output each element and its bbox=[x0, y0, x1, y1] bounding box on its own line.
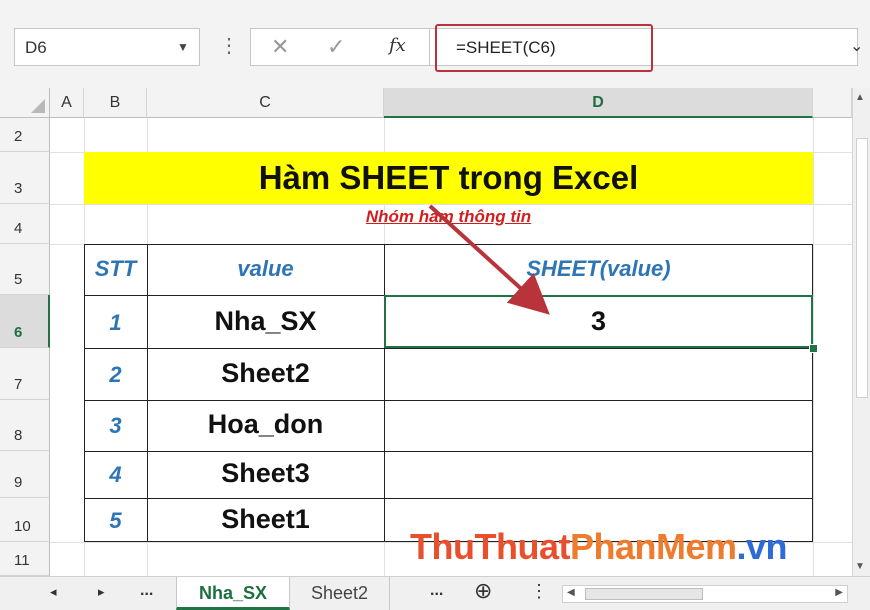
tab-sheet2[interactable]: Sheet2 bbox=[290, 577, 390, 610]
watermark-logo: ThuThuatPhanMem.vn bbox=[410, 526, 788, 568]
callout-arrow-icon bbox=[428, 204, 550, 315]
prev-sheet-icon[interactable]: ◂ bbox=[50, 584, 57, 600]
worksheet-grid[interactable]: A B C D 2 3 4 5 6 7 8 9 10 11 Hàm SHEET … bbox=[0, 88, 852, 576]
formula-commands: ✕ ✓ fx bbox=[250, 28, 430, 66]
insert-function-icon[interactable]: fx bbox=[389, 35, 406, 56]
watermark-part: .vn bbox=[736, 526, 788, 567]
vertical-scrollbar[interactable]: ▲ ▼ bbox=[852, 88, 870, 576]
tab-nha-sx[interactable]: Nha_SX bbox=[176, 577, 290, 610]
sheet-tab-bar: ◂ ▸ ... Nha_SX Sheet2 ... ⊕ ⋮ ◀ ▶ bbox=[0, 576, 870, 610]
watermark-part: ThuThuat bbox=[410, 526, 570, 567]
more-sheets-right[interactable]: ... bbox=[430, 582, 443, 600]
vertical-scroll-thumb[interactable] bbox=[856, 138, 868, 398]
more-sheets-left[interactable]: ... bbox=[140, 582, 153, 600]
formula-bar-area: D6 ▼ ⋮ ✕ ✓ fx =SHEET(C6) ⌄ bbox=[0, 0, 870, 88]
formula-callout-box bbox=[435, 24, 653, 72]
horizontal-scroll-thumb[interactable] bbox=[585, 588, 703, 600]
enter-icon[interactable]: ✓ bbox=[327, 34, 345, 60]
scroll-right-icon[interactable]: ▶ bbox=[835, 587, 843, 598]
scroll-down-icon[interactable]: ▼ bbox=[855, 561, 865, 572]
watermark-part: PhanMem bbox=[569, 526, 737, 567]
scroll-up-icon[interactable]: ▲ bbox=[855, 92, 865, 103]
name-box-value: D6 bbox=[25, 38, 47, 57]
next-sheet-icon[interactable]: ▸ bbox=[98, 584, 105, 600]
add-sheet-icon[interactable]: ⊕ bbox=[474, 578, 492, 604]
tab-split-grip-icon[interactable]: ⋮ bbox=[530, 581, 548, 602]
name-box[interactable]: D6 ▼ bbox=[14, 28, 200, 66]
expand-formula-bar-icon[interactable]: ⌄ bbox=[850, 36, 863, 56]
cancel-icon[interactable]: ✕ bbox=[271, 34, 289, 60]
formula-bar-grip-icon[interactable]: ⋮ bbox=[219, 33, 239, 58]
scroll-left-icon[interactable]: ◀ bbox=[567, 587, 575, 598]
name-box-dropdown-icon[interactable]: ▼ bbox=[177, 40, 189, 54]
horizontal-scrollbar[interactable]: ◀ ▶ bbox=[562, 585, 848, 603]
